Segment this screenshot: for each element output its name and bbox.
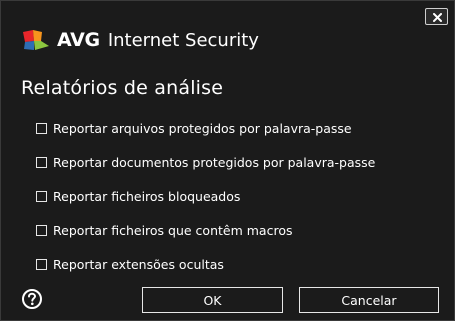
option-hidden-extensions[interactable]: Reportar extensões ocultas <box>36 256 375 272</box>
option-encrypted-archives[interactable]: Reportar arquivos protegidos por palavra… <box>36 120 375 136</box>
checkbox[interactable] <box>36 224 47 236</box>
ok-button[interactable]: OK <box>142 287 283 313</box>
avg-logo-icon <box>23 30 49 50</box>
option-label: Reportar extensões ocultas <box>53 256 224 272</box>
option-locked-files[interactable]: Reportar ficheiros bloqueados <box>36 188 375 204</box>
close-icon <box>433 13 442 22</box>
options-list: Reportar arquivos protegidos por palavra… <box>36 120 375 290</box>
cancel-button[interactable]: Cancelar <box>299 287 439 313</box>
option-label: Reportar arquivos protegidos por palavra… <box>53 120 352 136</box>
brand-name: AVG <box>57 29 100 51</box>
question-circle-icon[interactable] <box>21 288 43 310</box>
dialog-title: Relatórios de análise <box>21 77 224 99</box>
analysis-reports-dialog: AVG Internet Security Relatórios de anál… <box>0 0 455 321</box>
checkbox[interactable] <box>36 156 47 168</box>
close-button[interactable] <box>425 8 448 25</box>
option-label: Reportar ficheiros que contêm macros <box>53 222 293 238</box>
product-name: Internet Security <box>107 29 259 51</box>
option-label: Reportar documentos protegidos por palav… <box>53 154 376 170</box>
option-files-with-macros[interactable]: Reportar ficheiros que contêm macros <box>36 222 375 238</box>
checkbox[interactable] <box>36 190 47 202</box>
option-label: Reportar ficheiros bloqueados <box>53 188 241 204</box>
checkbox[interactable] <box>36 122 47 134</box>
option-encrypted-documents[interactable]: Reportar documentos protegidos por palav… <box>36 154 375 170</box>
app-header: AVG Internet Security <box>21 27 259 53</box>
checkbox[interactable] <box>36 258 47 270</box>
